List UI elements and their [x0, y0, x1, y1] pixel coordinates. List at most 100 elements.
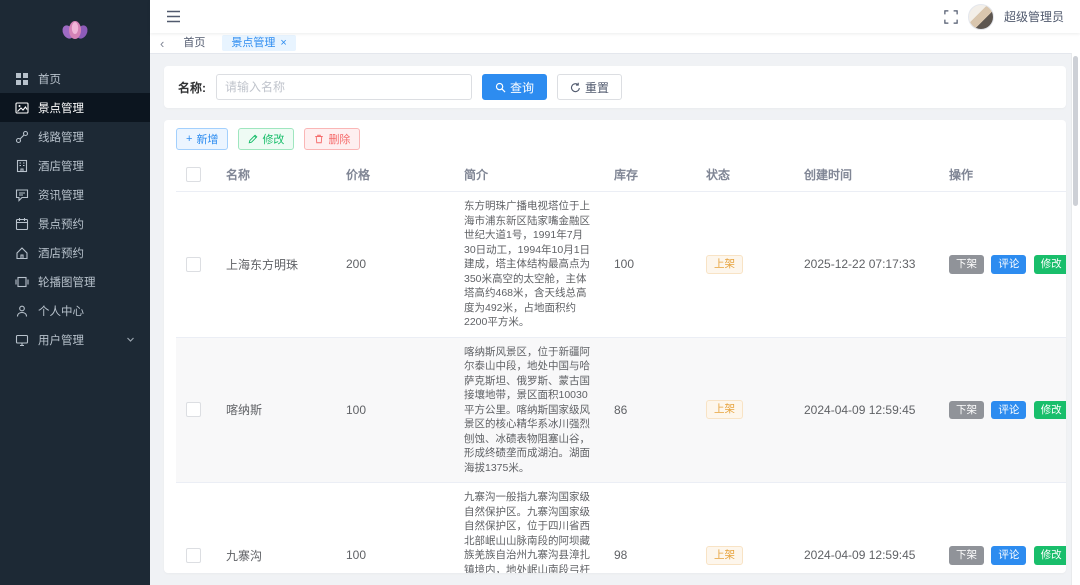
hamburger-icon[interactable] [166, 10, 181, 23]
sidebar-item-hotel-mgmt[interactable]: 酒店管理 [0, 151, 150, 180]
name-search-input[interactable] [216, 74, 472, 100]
cell-desc: 九寨沟一般指九寨沟国家级自然保护区。九寨沟国家级自然保护区，位于四川省西北部岷山… [464, 491, 590, 573]
edit-button[interactable]: 修改 [238, 128, 295, 150]
logo [0, 0, 150, 58]
comment-button[interactable]: 评论 [991, 400, 1027, 419]
topbar-right: 超级管理员 [944, 3, 1064, 30]
query-button[interactable]: 查询 [482, 74, 548, 100]
col-header-actions: 操作 [939, 158, 1066, 192]
cell-created: 2024-04-09 12:59:45 [794, 337, 939, 483]
app-window: 首页 景点管理 线路管理 酒店管理 资讯管理 景点预约 酒店预约 轮播图管理 个… [0, 0, 1080, 585]
comment-button[interactable]: 评论 [991, 255, 1027, 274]
sidebar-item-label: 轮播图管理 [38, 276, 96, 289]
chevron-down-icon [126, 335, 135, 344]
admin-name[interactable]: 超级管理员 [1004, 8, 1064, 25]
main-area: 超级管理员 ‹ 首页 景点管理 × 名称: 查询 [150, 0, 1080, 585]
cell-created: 2024-04-09 12:59:45 [794, 482, 939, 573]
sidebar-item-scenic-mgmt[interactable]: 景点管理 [0, 93, 150, 122]
cell-created: 2025-12-22 07:17:33 [794, 191, 939, 338]
sidebar-item-label: 用户管理 [38, 334, 84, 347]
row-edit-button[interactable]: 修改 [1033, 255, 1066, 274]
sidebar-item-user-mgmt[interactable]: 用户管理 [0, 325, 150, 354]
offshelf-button[interactable]: 下架 [949, 546, 984, 565]
cell-desc: 喀纳斯风景区，位于新疆阿尔泰山中段，地处中国与哈萨克斯坦、俄罗斯、蒙古国接壤地带… [464, 345, 590, 474]
row-checkbox[interactable] [186, 547, 201, 563]
col-header-status: 状态 [696, 158, 794, 192]
sidebar-item-profile[interactable]: 个人中心 [0, 296, 150, 325]
scenic-spots-table: 名称 价格 简介 库存 状态 创建时间 操作 上海东方明珠 200 东方明珠广播… [176, 158, 1066, 573]
cell-price: 100 [336, 337, 454, 483]
cell-stock: 100 [604, 191, 696, 338]
pencil-icon [249, 134, 258, 144]
sidebar-item-label: 首页 [38, 73, 61, 86]
add-button[interactable]: + 新增 [176, 128, 229, 150]
delete-button[interactable]: 删除 [304, 128, 361, 150]
tab-label: 首页 [183, 37, 206, 49]
row-edit-button[interactable]: 修改 [1033, 546, 1066, 565]
table-toolbar: + 新增 修改 删除 [176, 128, 1054, 150]
sidebar-item-hotel-booking[interactable]: 酒店预约 [0, 238, 150, 267]
sidebar-item-news-mgmt[interactable]: 资讯管理 [0, 180, 150, 209]
col-header-stock: 库存 [604, 158, 696, 192]
carousel-icon [15, 275, 29, 289]
cell-desc: 东方明珠广播电视塔位于上海市浦东新区陆家嘴金融区世纪大道1号，1991年7月30… [464, 200, 591, 328]
search-panel: 名称: 查询 重置 [164, 66, 1066, 108]
sidebar-item-label: 资讯管理 [38, 189, 84, 202]
route-icon [15, 130, 29, 144]
comment-button[interactable]: 评论 [991, 546, 1027, 565]
building-icon [15, 159, 29, 173]
table-row: 喀纳斯 100 喀纳斯风景区，位于新疆阿尔泰山中段，地处中国与哈萨克斯坦、俄罗斯… [176, 337, 1066, 483]
tabs-bar: ‹ 首页 景点管理 × [150, 33, 1080, 54]
sidebar-item-carousel-mgmt[interactable]: 轮播图管理 [0, 267, 150, 296]
col-header-desc: 简介 [454, 158, 604, 192]
col-header-created: 创建时间 [794, 158, 939, 192]
col-header-price: 价格 [336, 158, 454, 192]
cell-stock: 86 [604, 337, 696, 483]
table-row: 上海东方明珠 200 东方明珠广播电视塔位于上海市浦东新区陆家嘴金融区世纪大道1… [176, 191, 1066, 338]
house-icon [15, 246, 29, 260]
tab-home[interactable]: 首页 [174, 35, 214, 51]
tab-scenic-mgmt[interactable]: 景点管理 × [222, 35, 296, 51]
scrollbar[interactable] [1071, 53, 1080, 585]
cell-name: 上海东方明珠 [216, 191, 336, 338]
sidebar-menu: 首页 景点管理 线路管理 酒店管理 资讯管理 景点预约 酒店预约 轮播图管理 个… [0, 58, 150, 354]
top-header: 超级管理员 [150, 0, 1080, 33]
reset-button[interactable]: 重置 [557, 74, 623, 100]
flower-logo-icon [62, 21, 88, 39]
monitor-icon [15, 333, 29, 347]
cell-name: 九寨沟 [216, 482, 336, 573]
grid-icon [15, 72, 29, 86]
cell-stock: 98 [604, 482, 696, 573]
search-icon [495, 82, 506, 93]
select-all-checkbox[interactable] [186, 167, 201, 183]
row-edit-button[interactable]: 修改 [1033, 400, 1066, 419]
content-area: 名称: 查询 重置 + 新增 [150, 54, 1080, 585]
person-icon [15, 304, 29, 318]
cell-price: 200 [336, 191, 454, 338]
trash-icon [315, 134, 324, 144]
chevron-left-icon[interactable]: ‹ [158, 37, 166, 50]
status-badge: 上架 [706, 545, 743, 565]
row-checkbox[interactable] [186, 402, 201, 418]
scrollbar-thumb[interactable] [1073, 56, 1078, 206]
sidebar: 首页 景点管理 线路管理 酒店管理 资讯管理 景点预约 酒店预约 轮播图管理 个… [0, 0, 150, 585]
status-badge: 上架 [706, 400, 743, 420]
sidebar-item-label: 酒店预约 [38, 247, 84, 260]
sidebar-item-route-mgmt[interactable]: 线路管理 [0, 122, 150, 151]
close-icon[interactable]: × [280, 37, 286, 49]
avatar[interactable] [967, 3, 994, 30]
offshelf-button[interactable]: 下架 [949, 400, 984, 419]
offshelf-button[interactable]: 下架 [949, 255, 984, 274]
row-checkbox[interactable] [186, 256, 201, 272]
status-badge: 上架 [706, 254, 743, 274]
sidebar-item-scenic-booking[interactable]: 景点预约 [0, 209, 150, 238]
table-row: 九寨沟 100 九寨沟一般指九寨沟国家级自然保护区。九寨沟国家级自然保护区，位于… [176, 482, 1066, 573]
sidebar-item-home[interactable]: 首页 [0, 64, 150, 93]
sidebar-item-label: 景点管理 [38, 102, 84, 115]
image-icon [15, 101, 29, 115]
fullscreen-icon[interactable] [944, 9, 958, 24]
sidebar-item-label: 酒店管理 [38, 160, 84, 173]
cell-name: 喀纳斯 [216, 337, 336, 483]
col-header-name: 名称 [216, 158, 336, 192]
sidebar-item-label: 个人中心 [38, 305, 84, 318]
